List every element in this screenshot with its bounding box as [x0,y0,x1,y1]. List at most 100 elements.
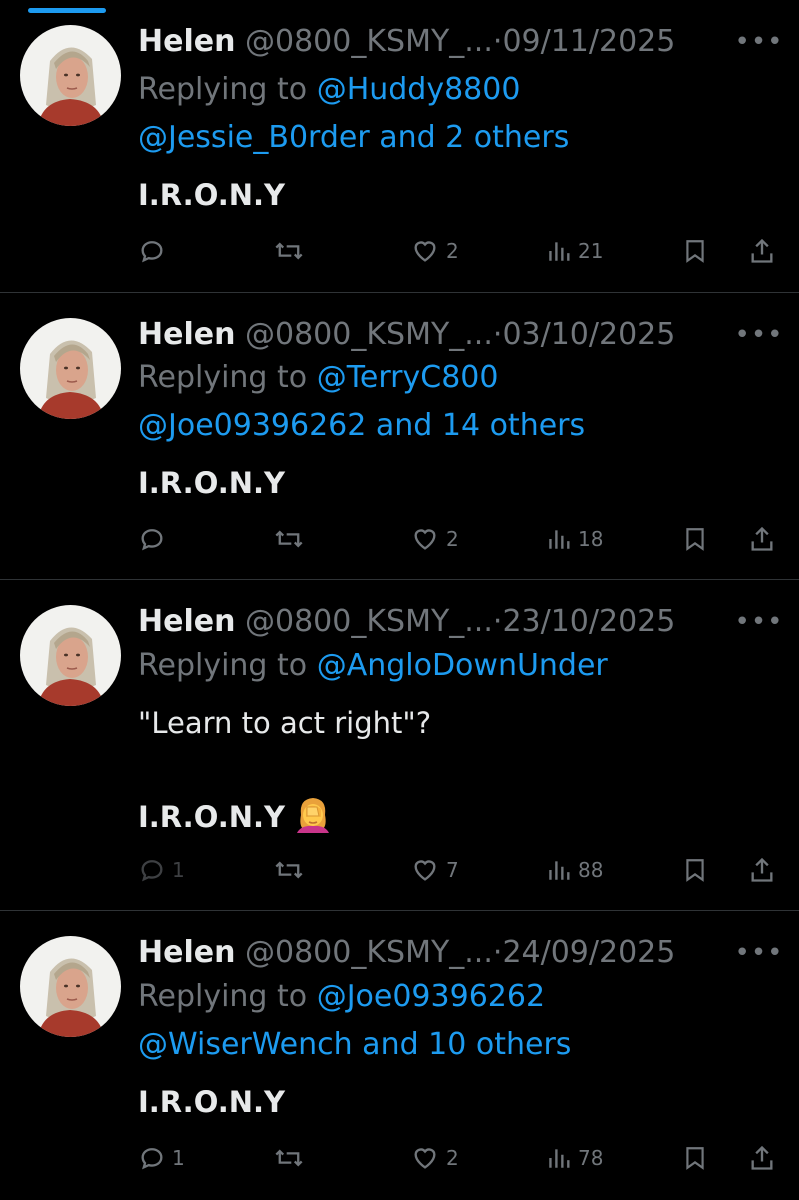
share-button[interactable] [748,1138,776,1178]
share-button[interactable] [748,850,776,890]
replying-label: Replying to [138,648,308,683]
tweet-header: Helen @0800_KSMY_...·24/09/2025 [138,931,779,975]
avatar-photo [20,25,121,126]
tweet-quote-text: "Learn to act right"? [138,706,432,740]
view-count: 88 [578,858,604,882]
avatar[interactable] [20,936,121,1037]
separator-dot: · [492,317,503,352]
author-name[interactable]: Helen [138,317,235,352]
like-button[interactable]: 7 [410,850,459,890]
views-button[interactable]: 21 [546,231,603,271]
separator-dot: · [492,935,503,970]
tweet-date[interactable]: 24/09/2025 [502,935,675,970]
views-bar-chart-icon [549,242,570,261]
heart-icon [414,529,436,550]
retweet-icon [275,242,303,260]
reply-button[interactable] [138,519,172,559]
author-name[interactable]: Helen [138,24,235,59]
more-dots-icon[interactable]: ••• [735,931,783,975]
bookmark-icon [686,1147,704,1170]
like-button[interactable]: 2 [410,519,459,559]
tweet-header: Helen @0800_KSMY_...·03/10/2025 [138,313,779,357]
mention-others-link[interactable]: @WiserWench and 10 others [138,1027,571,1062]
reply-bubble-icon [141,529,163,551]
reply-button[interactable]: 1 [138,850,185,890]
tweet-header: Helen @0800_KSMY_...·09/11/2025 [138,20,779,64]
replying-to-more: @WiserWench and 10 others [138,1021,739,1069]
retweet-button[interactable] [274,1138,304,1178]
reply-button[interactable]: 1 [138,1138,185,1178]
share-icon [751,857,773,882]
avatar[interactable] [20,605,121,706]
tweet-item[interactable]: Helen @0800_KSMY_...·09/11/2025 ••• Repl… [0,0,799,293]
replying-label: Replying to [138,979,308,1014]
retweet-button[interactable] [274,519,304,559]
more-dots-icon[interactable]: ••• [735,600,783,644]
views-button[interactable]: 88 [546,850,603,890]
tweet-header: Helen @0800_KSMY_...·23/10/2025 [138,600,779,644]
bookmark-button[interactable] [682,231,708,271]
bookmark-button[interactable] [682,850,708,890]
tweet-date[interactable]: 23/10/2025 [502,604,675,639]
mention-link[interactable]: @TerryC800 [317,360,499,395]
avatar[interactable] [20,318,121,419]
tweet-item[interactable]: Helen @0800_KSMY_...·24/09/2025 ••• Repl… [0,911,799,1200]
retweet-button[interactable] [274,231,304,271]
reply-bubble-icon [141,860,163,882]
more-dots-icon[interactable]: ••• [735,313,783,357]
tweet-date[interactable]: 03/10/2025 [502,317,675,352]
heart-icon [414,860,436,881]
views-button[interactable]: 18 [546,519,603,559]
avatar[interactable] [20,25,121,126]
share-icon [751,1145,773,1170]
mention-others-link[interactable]: @Jessie_B0rder and 2 others [138,120,569,155]
author-handle[interactable]: @0800_KSMY_... [245,604,493,639]
views-button[interactable]: 78 [546,1138,603,1178]
action-bar: 2 18 [138,519,779,559]
share-icon [751,238,773,263]
views-bar-chart-icon [549,1149,570,1168]
heart-icon [414,1148,436,1169]
reply-bubble-icon [141,241,163,263]
share-icon [751,526,773,551]
tweet-text: I.R.O.N.Y [138,178,286,212]
bookmark-button[interactable] [682,519,708,559]
tweet-text: I.R.O.N.Y [138,800,286,834]
tweet-text: I.R.O.N.Y [138,466,286,500]
bookmark-button[interactable] [682,1138,708,1178]
view-count: 18 [578,527,604,551]
like-button[interactable]: 2 [410,231,459,271]
reply-button[interactable] [138,231,172,271]
like-count: 7 [446,858,459,882]
replying-to: Replying to @Joe09396262 [138,973,739,1021]
author-handle[interactable]: @0800_KSMY_... [245,935,493,970]
mention-link[interactable]: @Joe09396262 [317,979,545,1014]
share-button[interactable] [748,231,776,271]
author-name[interactable]: Helen [138,604,235,639]
tweet-date[interactable]: 09/11/2025 [502,24,675,59]
tweet-text-line: I.R.O.N.Y [138,793,779,845]
retweet-icon [275,861,303,879]
share-button[interactable] [748,519,776,559]
mention-others-link[interactable]: @Joe09396262 and 14 others [138,408,585,443]
tweet-item[interactable]: Helen @0800_KSMY_...·03/10/2025 ••• Repl… [0,293,799,580]
mention-link[interactable]: @Huddy8800 [317,72,521,107]
views-bar-chart-icon [549,530,570,549]
replying-to: Replying to @TerryC800 [138,354,739,402]
author-name[interactable]: Helen [138,935,235,970]
mention-link[interactable]: @AngloDownUnder [317,648,608,683]
tweet-item[interactable]: Helen @0800_KSMY_...·23/10/2025 ••• Repl… [0,580,799,911]
author-handle[interactable]: @0800_KSMY_... [245,24,493,59]
reply-count: 1 [172,858,185,882]
heart-icon [414,241,436,262]
replying-to-more: @Jessie_B0rder and 2 others [138,114,739,162]
like-button[interactable]: 2 [410,1138,459,1178]
retweet-button[interactable] [274,850,304,890]
author-handle[interactable]: @0800_KSMY_... [245,317,493,352]
facepalm-icon [297,798,330,833]
separator-dot: · [492,24,503,59]
more-dots-icon[interactable]: ••• [735,20,783,64]
bookmark-icon [686,240,704,263]
tweet-text: I.R.O.N.Y [138,1085,286,1119]
avatar-photo [20,318,121,419]
